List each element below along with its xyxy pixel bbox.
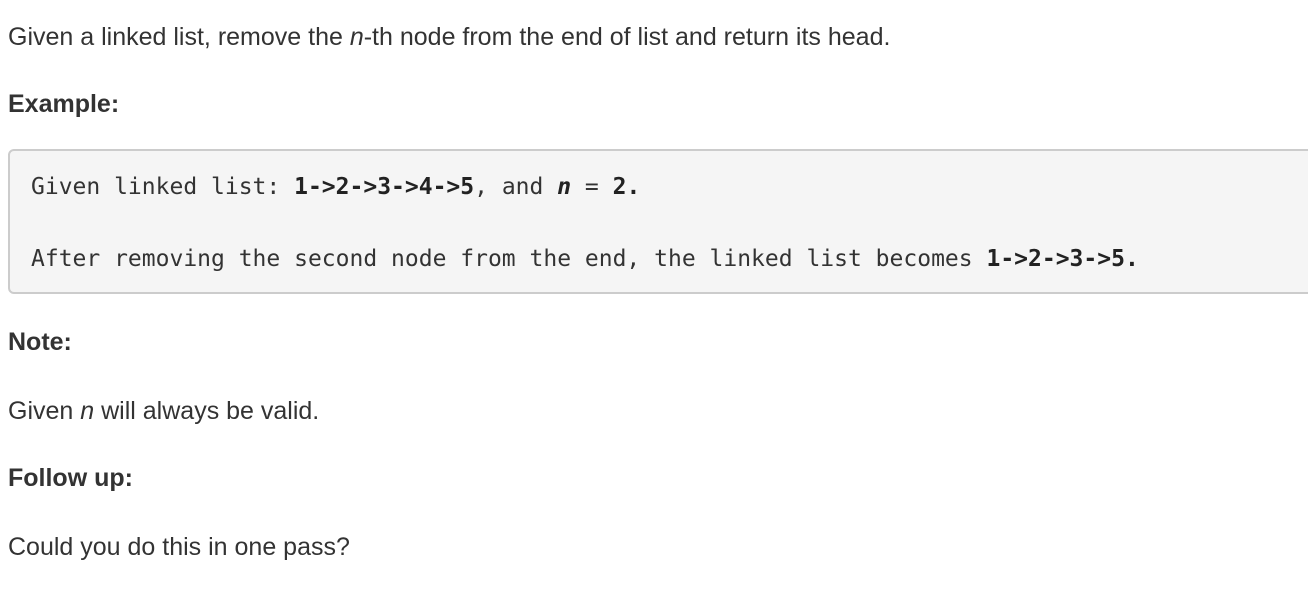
intro-text-after: -th node from the end of list and return… <box>363 23 891 51</box>
output-list: 1->2->3->5. <box>986 246 1139 272</box>
input-list: 1->2->3->4->5 <box>294 174 475 200</box>
note-variable-n: n <box>80 397 95 425</box>
example-output-line: After removing the second node from the … <box>31 244 1139 274</box>
follow-up-text: Could you do this in one pass? <box>8 533 350 561</box>
note-text: Given n will always be valid. <box>8 396 319 426</box>
variable-n: n <box>349 23 364 51</box>
intro-text-before: Given a linked list, remove the <box>8 23 350 51</box>
input-middle: , and <box>474 174 558 200</box>
example-code-block: Given linked list: 1->2->3->4->5, and n … <box>8 149 1308 294</box>
follow-up-heading: Follow up: <box>8 464 133 492</box>
example-input-line: Given linked list: 1->2->3->4->5, and n … <box>31 172 640 202</box>
note-heading: Note: <box>8 328 72 356</box>
input-variable-n: n <box>557 174 572 200</box>
note-text-before: Given <box>8 397 81 425</box>
input-n-value: 2. <box>612 174 641 200</box>
problem-description: Given a linked list, remove the n-th nod… <box>8 22 890 52</box>
input-equals: = <box>571 174 613 200</box>
note-text-after: will always be valid. <box>94 397 320 425</box>
input-prefix: Given linked list: <box>31 174 295 200</box>
output-prefix: After removing the second node from the … <box>31 246 987 272</box>
example-heading: Example: <box>8 90 120 118</box>
